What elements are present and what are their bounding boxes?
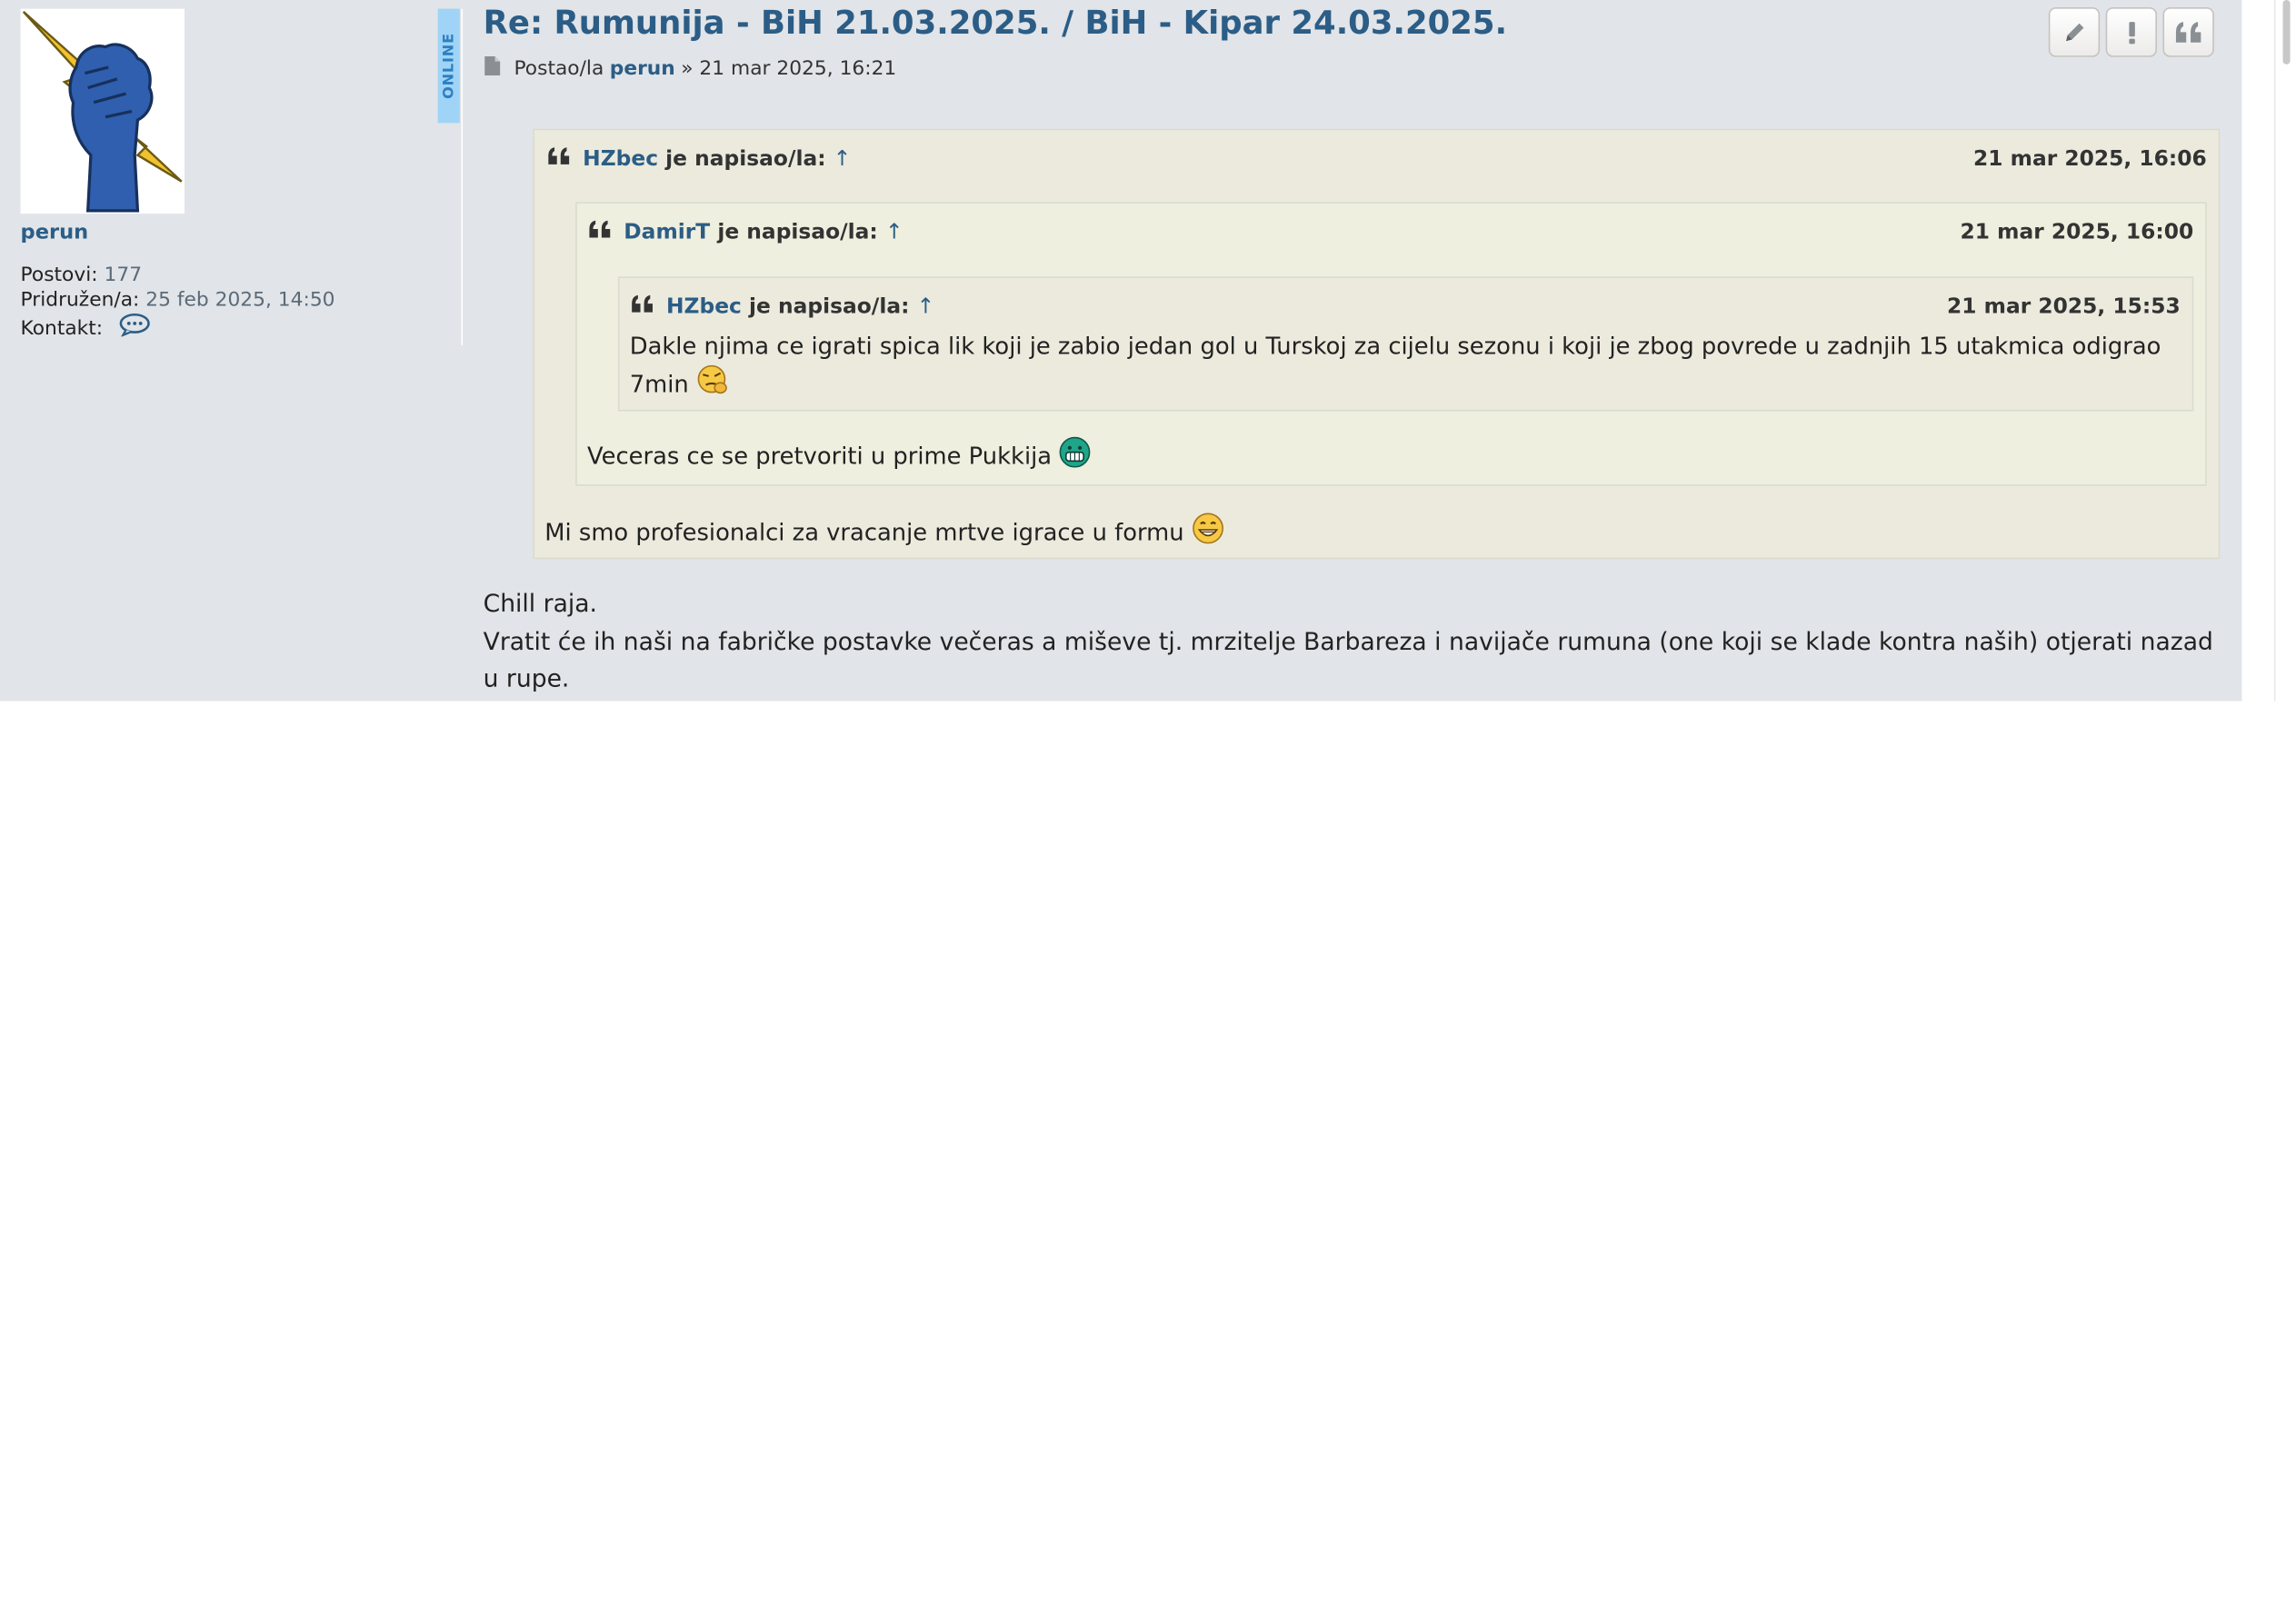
quote-icon <box>2175 22 2201 43</box>
pencil-icon <box>2065 23 2083 42</box>
post-meta: Postao/la perun » 21 mar 2025, 16:21 <box>484 55 897 82</box>
profile-username[interactable]: perun <box>21 221 89 244</box>
contact-label: Kontakt: <box>20 316 104 341</box>
quote-middle-author[interactable]: DamirT <box>624 220 710 244</box>
quote-button[interactable] <box>2162 7 2214 57</box>
grinning-smiley-icon <box>1192 513 1223 555</box>
quote-outer-wrote: je napisao/la: <box>665 146 826 171</box>
joined-value: 25 feb 2025, 14:50 <box>145 288 335 313</box>
quote-outer-date: 21 mar 2025, 16:06 <box>1972 147 2207 172</box>
quote-outer-text-row: Mi smo profesionalci za vracanje mrtve i… <box>544 513 1223 555</box>
quote-inner-header: HZbec je napisao/la: ↑ <box>630 293 934 321</box>
avatar[interactable] <box>20 8 185 214</box>
scrollbar-thumb[interactable] <box>2282 0 2291 65</box>
quote-icon <box>630 293 656 321</box>
contact-row: Kontakt: <box>20 313 460 344</box>
online-badge: ONLINE <box>437 8 460 124</box>
quote-middle-wrote: je napisao/la: <box>717 220 878 244</box>
quote-inner-wrote: je napisao/la: <box>748 294 910 319</box>
online-label: ONLINE <box>440 33 457 99</box>
exclamation-icon <box>2128 22 2135 45</box>
quote-inner-author[interactable]: HZbec <box>666 295 742 319</box>
quote-outer-arrow[interactable]: ↑ <box>834 147 852 171</box>
grimace-smiley-icon <box>1059 436 1091 479</box>
quote-middle-arrow[interactable]: ↑ <box>885 220 903 244</box>
quote-inner-text-line2-row: 7min <box>630 364 2182 407</box>
quote-middle-date: 21 mar 2025, 16:00 <box>1960 221 2194 244</box>
quote-inner: HZbec je napisao/la: ↑ 21 mar 2025, 15:5… <box>617 276 2194 412</box>
quote-middle-header: DamirT je napisao/la: ↑ <box>587 218 903 246</box>
post-profile: perun Postovi: 177 Pridružen/a: 25 feb 2… <box>20 8 460 344</box>
quote-inner-text-block: Dakle njima ce igrati spica lik koji je … <box>630 328 2182 407</box>
post-content-line1: Chill raja. <box>483 590 597 618</box>
profile-info: Postovi: 177 Pridružen/a: 25 feb 2025, 1… <box>21 264 460 344</box>
quote-outer-author[interactable]: HZbec <box>583 147 658 171</box>
quote-middle-text: Veceras ce se pretvoriti u prime Pukkija <box>587 442 1053 470</box>
posts-count: Postovi: 177 <box>21 264 460 288</box>
forum-post: perun Postovi: 177 Pridružen/a: 25 feb 2… <box>0 0 2242 702</box>
page-scrollbar[interactable] <box>2273 0 2296 702</box>
post-content-line3: u rupe. <box>483 664 570 692</box>
meta-date: » 21 mar 2025, 16:21 <box>681 56 897 81</box>
posts-label: Postovi: <box>20 263 98 287</box>
document-icon[interactable] <box>484 55 501 82</box>
posts-value[interactable]: 177 <box>105 264 143 287</box>
quote-outer-text: Mi smo profesionalci za vracanje mrtve i… <box>544 518 1184 546</box>
quote-inner-arrow[interactable]: ↑ <box>917 295 935 319</box>
speech-bubble-icon[interactable] <box>118 313 150 344</box>
joined-label: Pridružen/a: <box>20 288 140 313</box>
quote-inner-text-line2: 7min <box>629 370 689 399</box>
quote-middle-text-row: Veceras ce se pretvoriti u prime Pukkija <box>587 436 1092 479</box>
quote-outer-header: HZbec je napisao/la: ↑ <box>546 144 851 173</box>
post-content: Chill raja. Vratit će ih naši na fabričk… <box>484 585 2226 697</box>
quote-inner-date: 21 mar 2025, 15:53 <box>1947 295 2181 320</box>
quote-inner-text-line1: Dakle njima ce igrati spica lik koji je … <box>629 332 2161 361</box>
post-title[interactable]: Re: Rumunija - BiH 21.03.2025. / BiH - K… <box>484 5 1507 42</box>
quote-icon <box>546 144 573 173</box>
meta-author[interactable]: perun <box>610 57 675 81</box>
quote-icon <box>587 218 614 246</box>
column-divider <box>461 8 464 346</box>
fist-lightning-icon <box>22 10 183 213</box>
edit-button[interactable] <box>2048 7 2101 57</box>
meta-prefix: Postao/la <box>514 56 604 81</box>
joined-date: Pridružen/a: 25 feb 2025, 14:50 <box>21 288 460 313</box>
report-button[interactable] <box>2105 7 2158 57</box>
thinking-smiley-icon <box>696 364 732 407</box>
post-buttons <box>2048 7 2214 57</box>
post-content-line2: Vratit će ih naši na fabričke postavke v… <box>483 627 2213 655</box>
